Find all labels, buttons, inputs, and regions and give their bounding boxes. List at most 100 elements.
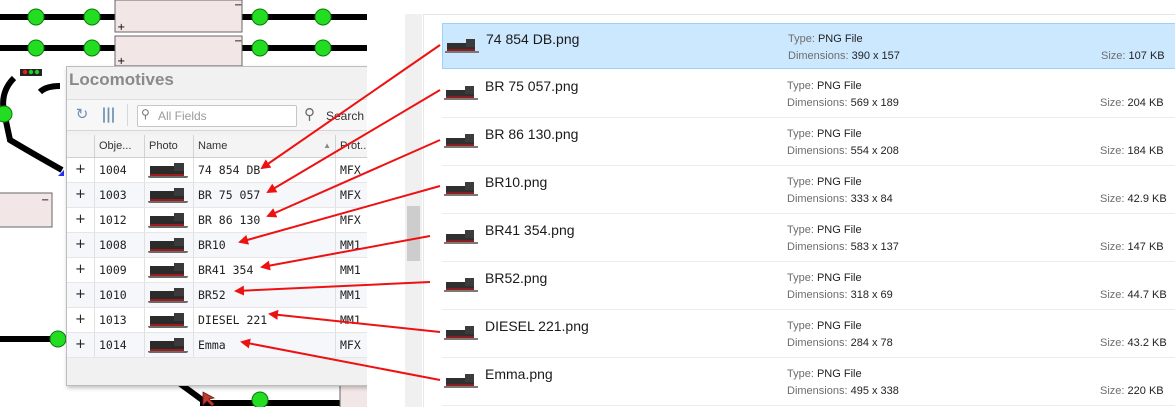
expand-row-icon[interactable]: + (67, 333, 95, 357)
file-row[interactable]: 74 854 DB.png Type: PNG File Dimensions: 3… (442, 23, 1175, 69)
signal-light[interactable] (251, 39, 269, 57)
signal-light[interactable] (27, 8, 45, 26)
block-plus-icon[interactable]: + (117, 22, 125, 33)
file-thumbnail-icon (444, 325, 478, 343)
column-header-protocol[interactable]: Prot... (336, 135, 367, 157)
track-curve[interactable] (37, 83, 61, 95)
file-name: BR52.png (485, 270, 548, 286)
size-label: Size: (1100, 241, 1125, 253)
expand-row-icon[interactable]: + (67, 183, 95, 207)
locomotive-protocol: MFX (336, 183, 367, 207)
type-value: PNG File (816, 80, 862, 92)
file-name: BR10.png (485, 174, 548, 190)
dimensions-value: 495 x 338 (850, 385, 899, 397)
locomotives-panel[interactable]: Locomotives ↻ ||| ⚲ All Fields ⚲ Search … (66, 66, 367, 386)
expand-row-icon[interactable]: + (67, 233, 95, 257)
block-minus-icon[interactable]: − (41, 195, 49, 206)
dimensions-value: 569 x 189 (850, 97, 899, 109)
file-row[interactable]: BR41 354.png Type: PNG File Dimensions: 58… (442, 215, 1175, 262)
signal-light[interactable] (251, 391, 269, 407)
file-size: Size: 184 KB (1100, 145, 1164, 157)
file-row[interactable]: BR 75 057.png Type: PNG File Dimensions: 5… (442, 71, 1175, 118)
object-id: 1010 (95, 283, 145, 307)
expand-row-icon[interactable]: + (67, 158, 95, 182)
expand-row-icon[interactable]: + (67, 258, 95, 282)
file-name: DIESEL 221.png (485, 318, 589, 334)
refresh-icon[interactable]: ↻ (73, 105, 91, 123)
signal-light[interactable] (49, 330, 67, 348)
block-minus-icon[interactable]: − (234, 36, 242, 47)
signal-light[interactable] (83, 8, 101, 26)
panel-title: Locomotives (69, 70, 174, 89)
dimensions-value: 318 x 69 (850, 289, 893, 301)
locomotive-photo (145, 233, 194, 257)
file-row[interactable]: BR 86 130.png Type: PNG File Dimensions: 5… (442, 119, 1175, 166)
file-thumbnail-icon (444, 133, 478, 151)
dimensions-label: Dimensions: (787, 145, 848, 157)
file-size: Size: 43.2 KB (1100, 337, 1167, 349)
table-row[interactable]: +1004 74 854 DB MFX (67, 158, 367, 183)
block-minus-icon[interactable]: − (234, 0, 242, 11)
signal-light[interactable] (27, 39, 45, 57)
file-row[interactable]: BR52.png Type: PNG File Dimensions: 318 x … (442, 263, 1175, 310)
object-id: 1003 (95, 183, 145, 207)
file-row[interactable]: DIESEL 221.png Type: PNG File Dimensions: … (442, 311, 1175, 358)
file-thumbnail-icon (444, 181, 478, 199)
file-type: Type: PNG File (787, 224, 862, 236)
search-input[interactable]: ⚲ All Fields (137, 105, 297, 127)
file-thumbnail-icon (444, 229, 478, 247)
block[interactable] (114, 0, 243, 33)
expand-row-icon[interactable]: + (67, 308, 95, 332)
locomotive-photo (145, 333, 194, 357)
track-layout[interactable]: − + − + − Locomotives ↻ ||| ⚲ All Fields… (0, 0, 367, 407)
file-list: 74 854 DB.png Type: PNG File Dimensions: 3… (423, 14, 1175, 407)
columns-icon[interactable]: ||| (99, 105, 117, 123)
table-row[interactable]: +1012 BR 86 130 MFX (67, 208, 367, 233)
vertical-scrollbar[interactable] (405, 14, 422, 407)
signal-light[interactable] (251, 8, 269, 26)
locomotive-photo (145, 158, 194, 182)
scrollbar-thumb[interactable] (407, 206, 420, 261)
expand-row-icon[interactable]: + (67, 208, 95, 232)
table-row[interactable]: +1014 Emma MFX (67, 333, 367, 358)
table-row[interactable]: +1003 BR 75 057 MFX (67, 183, 367, 208)
locomotive-protocol: MFX (336, 333, 367, 357)
file-row[interactable]: Emma.png Type: PNG File Dimensions: 495 x … (442, 359, 1175, 406)
search-icon: ⚲ (141, 107, 150, 121)
signal-light[interactable] (0, 105, 13, 123)
type-label: Type: (787, 224, 814, 236)
locomotive-photo-icon (148, 337, 188, 353)
expand-row-icon[interactable]: + (67, 283, 95, 307)
locomotive-name: BR52 (194, 283, 336, 307)
track-curve[interactable] (0, 75, 64, 173)
column-header-name[interactable]: Name ▲ (194, 135, 336, 157)
table-row[interactable]: +1013 DIESEL 221 MM1 (67, 308, 367, 333)
file-name: BR 86 130.png (485, 126, 579, 142)
dimensions-value: 554 x 208 (850, 145, 899, 157)
locomotive-protocol: MM1 (336, 308, 367, 332)
table-row[interactable]: +1010 BR52 MM1 (67, 283, 367, 308)
dimensions-label: Dimensions: (787, 337, 848, 349)
type-value: PNG File (816, 368, 862, 380)
size-value: 107 KB (1128, 50, 1165, 62)
locomotive-protocol: MM1 (336, 283, 367, 307)
locomotive-photo-icon (148, 312, 188, 328)
size-value: 44.7 KB (1127, 289, 1167, 301)
file-row[interactable]: BR10.png Type: PNG File Dimensions: 333 x … (442, 167, 1175, 214)
signal-light[interactable] (314, 39, 332, 57)
file-type: Type: PNG File (788, 33, 863, 45)
table-row[interactable]: +1008 BR10 MM1 (67, 233, 367, 258)
type-value: PNG File (816, 224, 862, 236)
type-value: PNG File (817, 33, 863, 45)
signal-light[interactable] (314, 8, 332, 26)
block[interactable] (114, 35, 243, 67)
column-header-expand[interactable] (67, 135, 95, 157)
search-placeholder: All Fields (158, 109, 207, 123)
object-id: 1004 (95, 158, 145, 182)
table-row[interactable]: +1009 BR41 354 MM1 (67, 258, 367, 283)
column-header-photo[interactable]: Photo (145, 135, 194, 157)
type-value: PNG File (816, 272, 862, 284)
search-button[interactable]: ⚲ Search (304, 104, 367, 126)
column-header-object[interactable]: Obje... (95, 135, 145, 157)
signal-light[interactable] (83, 39, 101, 57)
